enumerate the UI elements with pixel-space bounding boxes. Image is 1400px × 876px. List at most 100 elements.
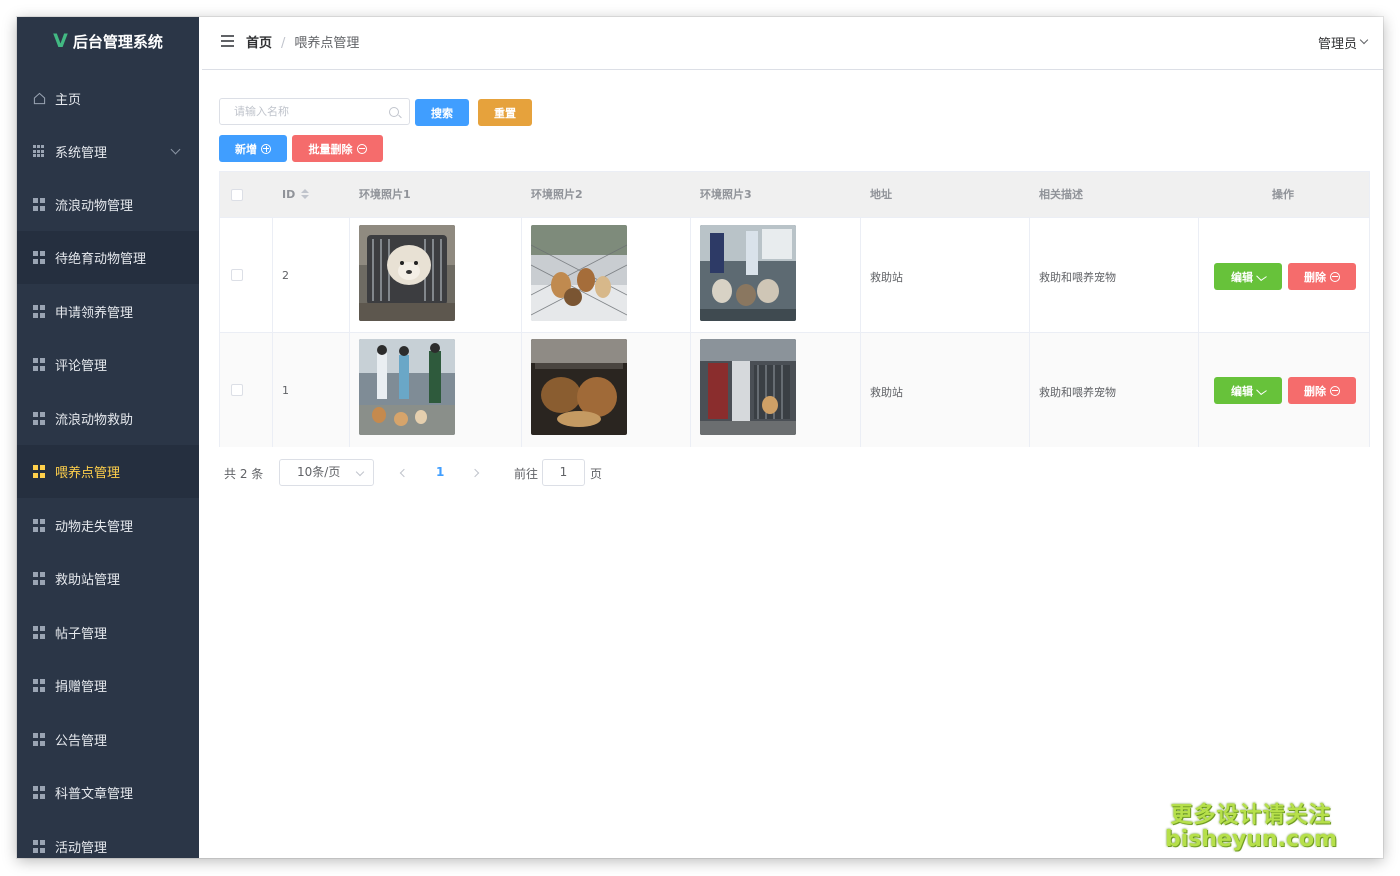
grid-icon: [33, 572, 46, 585]
search-input[interactable]: [219, 98, 410, 125]
environment-photo-2[interactable]: [531, 225, 627, 321]
sidebar-item-rescue[interactable]: 流浪动物救助: [17, 392, 199, 445]
add-button[interactable]: 新增: [219, 135, 287, 162]
minus-circle-icon: [1330, 385, 1340, 396]
cell-description: 救助和喂养宠物: [1039, 386, 1116, 399]
grid-icon: [33, 733, 46, 746]
sidebar-item-label: 流浪动物管理: [55, 199, 134, 214]
breadcrumb-current: 喂养点管理: [294, 36, 360, 51]
goto-prefix: 前往: [514, 467, 539, 481]
grid-icon: [33, 626, 46, 639]
sidebar-item-stray-animals[interactable]: 流浪动物管理: [17, 178, 199, 231]
grid-icon: [33, 840, 46, 853]
sidebar-item-lost-animals[interactable]: 动物走失管理: [17, 499, 199, 552]
sidebar-item-posts[interactable]: 帖子管理: [17, 606, 199, 659]
table-header: ID 环境照片1 环境照片2 环境照片3 地址 相关描述 操作: [220, 172, 1369, 217]
batch-delete-button[interactable]: 批量删除: [292, 135, 383, 162]
column-header-id[interactable]: ID: [282, 172, 295, 217]
grid-icon: [33, 358, 46, 371]
sidebar-item-adoption[interactable]: 申请领养管理: [17, 285, 199, 338]
page-number-current[interactable]: 1: [436, 465, 444, 479]
delete-button-label: 删除: [1304, 270, 1326, 284]
edit-button[interactable]: 编辑: [1214, 377, 1282, 404]
sidebar-item-sterilization[interactable]: 待绝育动物管理: [17, 231, 199, 284]
watermark-line1: 更多设计请关注: [1170, 803, 1332, 828]
goto-page-input[interactable]: 1: [542, 459, 585, 486]
next-page-icon[interactable]: [470, 468, 480, 478]
sidebar-item-label: 评论管理: [55, 359, 108, 374]
sidebar-item-comments[interactable]: 评论管理: [17, 338, 199, 391]
prev-page-icon[interactable]: [399, 468, 409, 478]
vue-logo-icon: V: [53, 30, 68, 52]
column-header-photo2: 环境照片2: [531, 188, 583, 201]
column-divider: [521, 217, 522, 447]
page-size-select[interactable]: 10条/页: [279, 459, 374, 486]
sidebar-item-rescue-stations[interactable]: 救助站管理: [17, 552, 199, 605]
column-header-photo1: 环境照片1: [359, 188, 411, 201]
sidebar-item-label: 救助站管理: [55, 573, 121, 588]
column-divider: [1029, 217, 1030, 447]
reset-button-label: 重置: [494, 106, 516, 120]
environment-photo-1[interactable]: [359, 339, 455, 435]
environment-photo-2[interactable]: [531, 339, 627, 435]
feeding-points-table: ID 环境照片1 环境照片2 环境照片3 地址 相关描述 操作 2 救助站 救助…: [219, 171, 1370, 447]
sidebar-item-label: 公告管理: [55, 734, 108, 749]
sidebar: V 后台管理系统 主页 系统管理 流浪动物管理 待绝育动物管理 申请领养管理 评…: [17, 17, 199, 858]
goto-suffix: 页: [590, 467, 603, 481]
plus-circle-icon: [261, 143, 271, 154]
user-menu[interactable]: 管理员: [1318, 33, 1357, 52]
sidebar-item-feeding-points[interactable]: 喂养点管理: [17, 445, 199, 498]
grid-icon: [33, 251, 46, 264]
delete-button-label: 删除: [1304, 384, 1326, 398]
sidebar-item-announcements[interactable]: 公告管理: [17, 713, 199, 766]
delete-button[interactable]: 删除: [1288, 377, 1356, 404]
search-icon: [389, 107, 399, 117]
sidebar-item-label: 动物走失管理: [55, 520, 134, 535]
minus-circle-icon: [1330, 271, 1340, 282]
pagination-total: 共 2 条: [224, 467, 264, 481]
table-row: 1 救助站 救助和喂养宠物 编辑 删除: [220, 332, 1369, 447]
select-all-checkbox[interactable]: [231, 189, 243, 201]
grid-icon: [33, 519, 46, 532]
app-window: V 后台管理系统 主页 系统管理 流浪动物管理 待绝育动物管理 申请领养管理 评…: [17, 17, 1383, 858]
table-row: 2 救助站 救助和喂养宠物 编辑 删除: [220, 217, 1369, 332]
sidebar-item-activities[interactable]: 活动管理: [17, 820, 199, 858]
search-button-label: 搜索: [431, 106, 453, 120]
logo: V 后台管理系统: [17, 17, 199, 65]
sidebar-item-home[interactable]: 主页: [17, 72, 199, 125]
cell-address: 救助站: [870, 386, 903, 399]
row-checkbox[interactable]: [231, 269, 243, 281]
sidebar-item-articles[interactable]: 科普文章管理: [17, 766, 199, 819]
cell-id: 1: [282, 384, 289, 397]
column-divider: [690, 217, 691, 447]
column-header-address: 地址: [870, 188, 892, 201]
sidebar-item-label: 科普文章管理: [55, 787, 134, 802]
grid-icon: [33, 412, 46, 425]
sidebar-item-label: 申请领养管理: [55, 306, 134, 321]
chevron-down-icon: [355, 467, 365, 477]
row-checkbox[interactable]: [231, 384, 243, 396]
edit-button[interactable]: 编辑: [1214, 263, 1282, 290]
sidebar-item-label: 捐赠管理: [55, 680, 108, 695]
cell-address: 救助站: [870, 271, 903, 284]
watermark: 更多设计请关注 bisheyun.com: [1165, 797, 1337, 852]
environment-photo-1[interactable]: [359, 225, 455, 321]
search-button[interactable]: 搜索: [415, 99, 469, 126]
column-divider: [349, 217, 350, 447]
environment-photo-3[interactable]: [700, 225, 796, 321]
menu-toggle-icon[interactable]: [221, 35, 234, 50]
cell-description: 救助和喂养宠物: [1039, 271, 1116, 284]
chevron-down-icon[interactable]: [1359, 35, 1369, 45]
column-divider: [860, 217, 861, 447]
grid-icon: [33, 786, 46, 799]
watermark-line2: bisheyun.com: [1165, 827, 1338, 852]
edit-icon: [1256, 385, 1267, 396]
delete-button[interactable]: 删除: [1288, 263, 1356, 290]
sidebar-item-donations[interactable]: 捐赠管理: [17, 659, 199, 712]
sidebar-item-system[interactable]: 系统管理: [17, 125, 199, 178]
environment-photo-3[interactable]: [700, 339, 796, 435]
breadcrumb-home[interactable]: 首页: [246, 36, 272, 51]
minus-circle-icon: [356, 143, 367, 154]
reset-button[interactable]: 重置: [478, 99, 532, 126]
top-header: 首页 / 喂养点管理 管理员: [202, 17, 1383, 70]
